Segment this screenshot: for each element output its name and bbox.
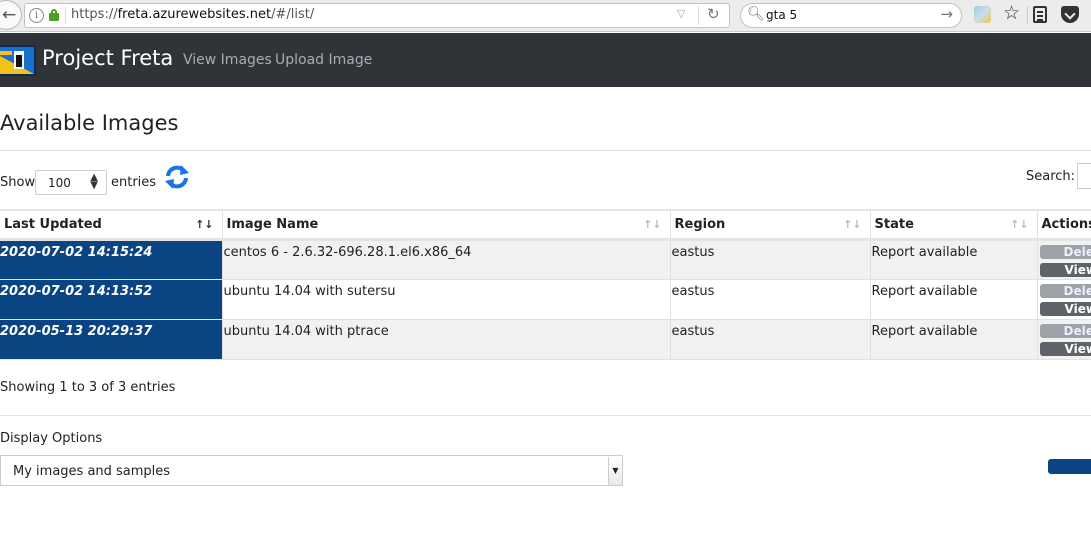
delete-button[interactable]: Delete: [1039, 244, 1091, 259]
cell-actions: Delete View: [1037, 239, 1091, 280]
browser-search-text[interactable]: gta 5: [766, 8, 797, 22]
sort-descending-icon: ↑↓: [195, 218, 214, 231]
images-table: Last Updated ↑↓ Image Name ↑↓ Region ↑↓ Sta…: [0, 209, 1091, 360]
view-button[interactable]: View: [1039, 301, 1091, 316]
show-label: Show: [0, 175, 36, 190]
url-text[interactable]: https://freta.azurewebsites.net/#/list/: [71, 7, 314, 22]
divider: [0, 415, 1091, 416]
sort-icon: ↑↓: [643, 218, 662, 231]
delete-button[interactable]: Delete: [1039, 283, 1091, 298]
reload-icon[interactable]: ↻: [707, 5, 720, 23]
project-freta-logo[interactable]: [0, 45, 36, 76]
search-icon: 🔍︎: [747, 6, 765, 22]
entries-per-page-value: 100: [48, 176, 71, 190]
back-button[interactable]: ←: [0, 0, 22, 30]
updown-chevron-icon: ▲ ▼: [90, 172, 98, 191]
refresh-icon[interactable]: [164, 164, 190, 190]
column-header-last-updated[interactable]: Last Updated ↑↓: [0, 210, 223, 239]
table-row: 2020-07-02 14:15:24 centos 6 - 2.6.32-69…: [0, 239, 1091, 280]
lock-icon[interactable]: [49, 9, 59, 21]
table-row: 2020-05-13 20:29:37 ubuntu 14.04 with pt…: [0, 319, 1091, 360]
view-button[interactable]: View: [1039, 341, 1091, 356]
cell-last-updated: 2020-05-13 20:29:37: [0, 319, 223, 360]
divider: [0, 150, 1091, 151]
delete-button[interactable]: Delete: [1039, 323, 1091, 338]
cell-actions: Delete View: [1037, 319, 1091, 360]
column-header-image-name[interactable]: Image Name ↑↓: [222, 210, 671, 239]
page-title: Available Images: [0, 111, 179, 135]
cell-last-updated: 2020-07-02 14:13:52: [0, 279, 223, 320]
cell-region: eastus: [670, 279, 871, 320]
bookmark-star-icon[interactable]: ☆: [1003, 2, 1020, 24]
browser-search-box[interactable]: 🔍︎ gta 5 →: [740, 3, 962, 28]
column-header-state[interactable]: State ↑↓: [870, 210, 1038, 239]
display-options-label: Display Options: [0, 431, 103, 446]
table-header-row: Last Updated ↑↓ Image Name ↑↓ Region ↑↓ Sta…: [0, 210, 1091, 239]
cell-region: eastus: [670, 239, 871, 280]
nav-upload-image[interactable]: Upload Image: [275, 52, 372, 68]
display-options-value: My images and samples: [13, 464, 171, 479]
cell-actions: Delete View: [1037, 279, 1091, 320]
nav-view-images[interactable]: View Images: [183, 52, 272, 68]
url-bar[interactable]: i https://freta.azurewebsites.net/#/list…: [24, 3, 730, 28]
cell-state: Report available: [870, 239, 1038, 280]
table-info: Showing 1 to 3 of 3 entries: [0, 380, 176, 395]
view-button[interactable]: View: [1039, 262, 1091, 277]
browser-toolbar: ← i https://freta.azurewebsites.net/#/li…: [0, 0, 1091, 32]
cell-image-name: ubuntu 14.04 with sutersu: [222, 279, 671, 320]
column-header-actions: Actions: [1037, 210, 1091, 239]
cell-state: Report available: [870, 319, 1038, 360]
entries-per-page-select[interactable]: 100 ▲ ▼: [35, 170, 107, 195]
reading-list-icon[interactable]: [1033, 6, 1047, 23]
cell-image-name: ubuntu 14.04 with ptrace: [222, 319, 671, 360]
brand-title[interactable]: Project Freta: [42, 46, 173, 70]
column-header-region[interactable]: Region ↑↓: [670, 210, 871, 239]
cell-last-updated: 2020-07-02 14:15:24: [0, 239, 223, 280]
table-search-label: Search:: [1026, 169, 1076, 184]
back-arrow-icon: ←: [2, 5, 17, 25]
extension-icon[interactable]: [974, 6, 991, 23]
display-options-select[interactable]: My images and samples ▼: [0, 455, 623, 486]
pocket-icon[interactable]: [1061, 6, 1079, 23]
chevron-down-icon: ▼: [608, 457, 622, 485]
sort-icon: ↑↓: [1010, 218, 1029, 231]
app-navbar: Project Freta View Images Upload Image: [0, 33, 1091, 87]
cell-image-name: centos 6 - 2.6.32-696.28.1.el6.x86_64: [222, 239, 671, 280]
table-search-input[interactable]: [1077, 163, 1091, 189]
url-dropdown-icon[interactable]: ▽: [677, 7, 685, 20]
table-row: 2020-07-02 14:13:52 ubuntu 14.04 with su…: [0, 279, 1091, 320]
sort-icon: ↑↓: [843, 218, 862, 231]
search-go-arrow-icon[interactable]: →: [940, 5, 953, 23]
action-button[interactable]: [1048, 459, 1091, 474]
info-icon[interactable]: i: [29, 8, 44, 23]
entries-label: entries: [111, 175, 157, 190]
cell-region: eastus: [670, 319, 871, 360]
cell-state: Report available: [870, 279, 1038, 320]
